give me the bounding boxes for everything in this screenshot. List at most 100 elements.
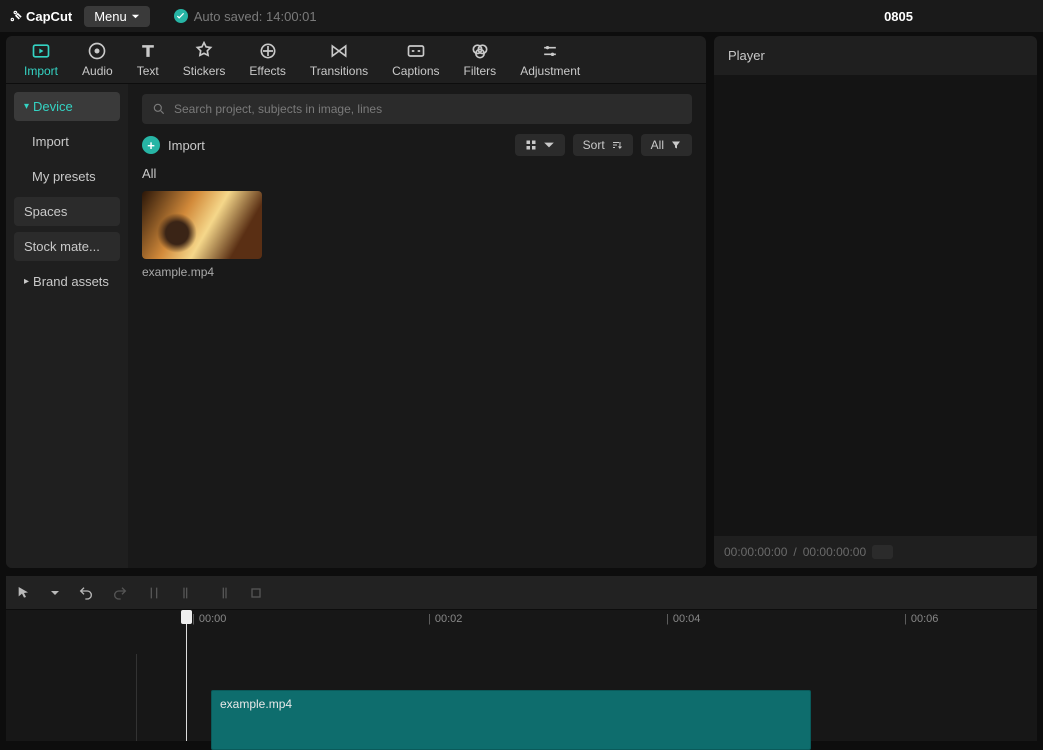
tab-label: Stickers [183,64,226,78]
search-input[interactable] [174,102,682,116]
timeline-panel: 00:00 00:02 00:04 00:06 example.mp4 [6,576,1037,741]
player-time-total: 00:00:00:00 [803,545,866,559]
caret-down-icon: ▾ [24,101,29,112]
tab-import[interactable]: Import [12,37,70,82]
aspect-ratio-chip[interactable] [872,545,893,559]
tab-label: Import [24,64,58,78]
tab-text[interactable]: Text [125,37,171,82]
track-divider [136,654,137,741]
timeline-clip[interactable]: example.mp4 [211,690,811,750]
selection-dropdown[interactable] [50,588,60,598]
media-content: + Import Sort All [128,84,706,568]
search-icon [152,102,166,116]
menu-button[interactable]: Menu [84,6,150,27]
grid-icon [525,139,537,151]
ruler-tick: 00:02 [428,613,462,625]
autosave-text: Auto saved: 14:00:01 [194,9,317,24]
autosave-indicator: Auto saved: 14:00:01 [174,9,317,24]
sidebar-item-label: Device [33,99,73,114]
playhead[interactable] [186,610,187,741]
media-grid: example.mp4 [142,191,692,279]
sidebar-item-brand[interactable]: ▸ Brand assets [14,267,120,296]
tab-label: Audio [82,64,113,78]
playhead-handle[interactable] [181,610,192,624]
adjustment-icon [540,41,560,61]
scissors-icon [10,9,24,23]
ruler-tick: 00:06 [904,613,938,625]
app-logo: CapCut [10,9,72,24]
sidebar-item-label: Stock mate... [24,239,100,254]
view-mode-button[interactable] [515,134,565,156]
split-button[interactable] [146,585,162,601]
transitions-icon [329,41,349,61]
stickers-icon [194,41,214,61]
tab-effects[interactable]: Effects [237,37,297,82]
timeline-tracks[interactable]: example.mp4 [6,634,1037,741]
import-media-icon [31,41,51,61]
media-item[interactable]: example.mp4 [142,191,262,279]
project-name: 0805 [884,9,913,24]
sidebar-item-stock[interactable]: Stock mate... [14,232,120,261]
redo-button[interactable] [112,585,128,601]
filter-label: All [651,138,664,152]
tab-captions[interactable]: Captions [380,37,451,82]
import-label: Import [168,138,205,153]
media-item-name: example.mp4 [142,265,262,279]
sort-button[interactable]: Sort [573,134,633,156]
ruler-tick: 00:00 [192,613,226,625]
sort-label: Sort [583,138,605,152]
sidebar-item-spaces[interactable]: Spaces [14,197,120,226]
timeline-toolbar [6,576,1037,610]
timeline-ruler[interactable]: 00:00 00:02 00:04 00:06 [6,610,1037,634]
caret-right-icon: ▸ [24,276,29,287]
crop-button[interactable] [248,585,264,601]
text-icon [138,41,158,61]
search-bar[interactable] [142,94,692,124]
chevron-down-icon [131,12,140,21]
clip-name: example.mp4 [220,697,292,711]
sidebar-item-import[interactable]: Import [14,127,120,156]
sidebar-item-label: Import [32,134,69,149]
plus-icon: + [142,136,160,154]
sidebar-item-label: Spaces [24,204,67,219]
titlebar: CapCut Menu Auto saved: 14:00:01 0805 [0,0,1043,32]
tab-stickers[interactable]: Stickers [171,37,238,82]
player-time-sep: / [793,545,796,559]
player-footer: 00:00:00:00 / 00:00:00:00 [714,536,1037,568]
media-panel: Import Audio Text Stickers Effects Trans… [6,36,706,568]
effects-icon [258,41,278,61]
undo-button[interactable] [78,585,94,601]
audio-icon [87,41,107,61]
tab-label: Text [137,64,159,78]
sidebar-item-label: Brand assets [33,274,109,289]
sidebar-item-device[interactable]: ▾ Device [14,92,120,121]
captions-icon [406,41,426,61]
filter-all-button[interactable]: All [641,134,692,156]
check-icon [174,9,188,23]
delete-right-button[interactable] [214,585,230,601]
player-viewport[interactable] [714,75,1037,536]
tab-filters[interactable]: Filters [452,37,509,82]
player-time-current: 00:00:00:00 [724,545,787,559]
section-label: All [142,166,692,181]
media-thumbnail[interactable] [142,191,262,259]
sort-icon [611,139,623,151]
media-sidebar: ▾ Device Import My presets Spaces Stock m… [6,84,128,568]
filter-icon [670,139,682,151]
sidebar-item-presets[interactable]: My presets [14,162,120,191]
tab-audio[interactable]: Audio [70,37,125,82]
tab-adjustment[interactable]: Adjustment [508,37,592,82]
player-title: Player [714,36,1037,75]
ruler-tick: 00:04 [666,613,700,625]
tab-label: Effects [249,64,285,78]
sidebar-item-label: My presets [32,169,96,184]
tab-label: Captions [392,64,439,78]
tab-transitions[interactable]: Transitions [298,37,380,82]
tab-label: Adjustment [520,64,580,78]
chevron-down-icon [543,139,555,151]
delete-left-button[interactable] [180,585,196,601]
tab-label: Transitions [310,64,368,78]
import-button[interactable]: + Import [142,136,205,154]
filters-icon [470,41,490,61]
selection-tool[interactable] [16,585,32,601]
